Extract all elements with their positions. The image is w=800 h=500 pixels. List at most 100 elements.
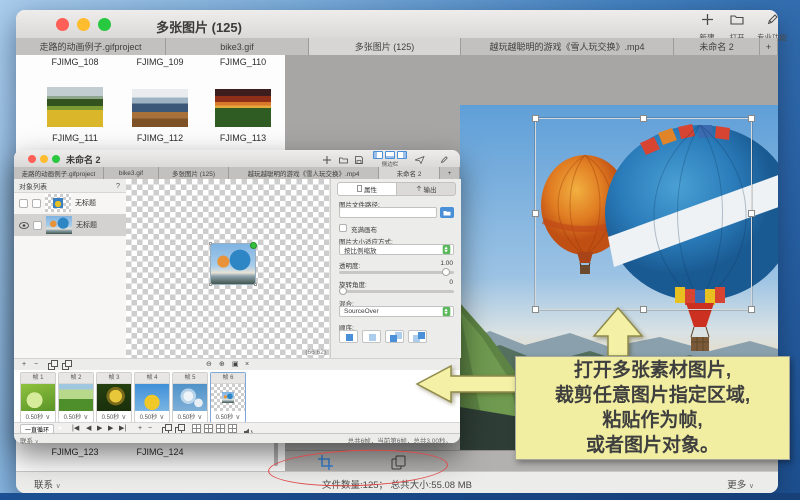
file-label[interactable]: FJIMG_110	[203, 57, 283, 67]
file-label[interactable]: FJIMG_124	[120, 447, 200, 457]
tab-multi-images[interactable]: 多张图片 (125)	[309, 38, 461, 55]
tile-layout-icon[interactable]	[216, 424, 225, 433]
frame-6-current[interactable]: 帧 6 0.50秒∨	[210, 372, 246, 423]
minimize-window-button[interactable]	[40, 155, 48, 163]
selection-handle[interactable]	[532, 306, 539, 313]
object-row[interactable]: 无标题	[14, 192, 126, 214]
more-menu[interactable]: 更多 ∨	[727, 477, 754, 491]
file-thumbnail-fjimg112[interactable]	[132, 89, 188, 127]
opacity-slider[interactable]	[339, 271, 454, 274]
tab-untitled2[interactable]: 未命名 2	[379, 167, 440, 179]
file-label[interactable]: FJIMG_112	[120, 133, 200, 143]
frame-duration[interactable]: 0.50秒∨	[59, 411, 93, 422]
fill-canvas-checkbox[interactable]	[339, 224, 347, 232]
desktop: 多张图片 (125) 新建 打开 专业功能 走路的动画例子.gifproject…	[0, 0, 800, 500]
editor-canvas[interactable]: (66 62)	[126, 179, 330, 358]
add-tab-button[interactable]: +	[440, 167, 460, 179]
tile-layout-icon[interactable]	[204, 424, 213, 433]
close-window-button[interactable]	[28, 155, 36, 163]
object-handle[interactable]	[209, 283, 212, 286]
fit-mode-select[interactable]: 按比例缩放	[339, 244, 454, 255]
file-label[interactable]: FJIMG_111	[35, 133, 115, 143]
desktop-edge	[0, 493, 800, 500]
lock-checkbox[interactable]	[33, 221, 42, 230]
frame-duration[interactable]: 0.50秒∨	[211, 411, 245, 422]
frame-4[interactable]: 帧 4 0.50秒∨	[134, 372, 170, 423]
contact-menu[interactable]: 联系 ∨	[20, 435, 38, 445]
canvas-object-balloon[interactable]	[210, 243, 256, 285]
selection-handle[interactable]	[532, 210, 539, 217]
tile-layout-icon[interactable]	[192, 424, 201, 433]
rotation-slider[interactable]	[339, 290, 454, 293]
frame-duration[interactable]: 0.50秒∨	[135, 411, 169, 422]
send-to-back-button[interactable]	[362, 330, 381, 343]
chevron-down-icon: ∨	[159, 413, 164, 421]
zoom-window-button[interactable]	[98, 18, 111, 31]
slider-knob[interactable]	[442, 268, 450, 276]
chevron-down-icon: ∨	[749, 483, 754, 490]
add-tab-button[interactable]: +	[760, 38, 778, 55]
lock-checkbox[interactable]	[32, 199, 41, 208]
bring-forward-button[interactable]	[385, 330, 404, 343]
send-backward-button[interactable]	[408, 330, 427, 343]
file-label[interactable]: FJIMG_108	[35, 57, 115, 67]
selection-handle[interactable]	[748, 210, 755, 217]
object-handle[interactable]	[209, 242, 212, 245]
frame-duration[interactable]: 0.50秒∨	[21, 411, 55, 422]
order-buttons	[339, 330, 427, 343]
file-thumbnail-fjimg113[interactable]	[215, 89, 271, 127]
left-panel-toggle-icon[interactable]	[373, 151, 383, 159]
slider-knob[interactable]	[339, 287, 347, 295]
object-row-selected[interactable]: 无标题	[14, 214, 126, 236]
selection-handle[interactable]	[640, 115, 647, 122]
file-label[interactable]: FJIMG_109	[120, 57, 200, 67]
tab-mp4[interactable]: 越玩越聪明的游戏《雪人玩交换》.mp4	[229, 167, 379, 179]
crop-selection[interactable]	[535, 118, 752, 310]
bottom-panel-toggle-icon[interactable]	[385, 151, 395, 159]
selection-handle[interactable]	[748, 306, 755, 313]
frame-5[interactable]: 帧 5 0.50秒∨	[172, 372, 208, 423]
eye-icon[interactable]	[19, 216, 29, 234]
blend-select[interactable]: SourceOver	[339, 306, 454, 317]
path-input[interactable]	[339, 207, 437, 218]
tab-gifproject[interactable]: 走路的动画例子.gifproject	[16, 38, 166, 55]
object-rotate-handle[interactable]	[250, 242, 257, 249]
tab-properties[interactable]: 属性	[337, 182, 397, 196]
frame-2[interactable]: 帧 2 0.50秒∨	[58, 372, 94, 423]
frame-3[interactable]: 帧 3 0.50秒∨	[96, 372, 132, 423]
tab-bike3[interactable]: bike3.gif	[166, 38, 309, 55]
browse-folder-button[interactable]	[440, 207, 454, 218]
opacity-label: 透明度:	[339, 260, 360, 270]
tab-gifproject[interactable]: 走路的动画例子.gifproject	[14, 167, 104, 179]
visibility-checkbox[interactable]	[19, 199, 28, 208]
canvas-size-label: (66 62)	[305, 349, 326, 356]
frame-duration[interactable]: 0.50秒∨	[97, 411, 131, 422]
tile-layout-icon[interactable]	[228, 424, 237, 433]
chevron-down-icon: ∨	[235, 413, 240, 421]
help-button[interactable]: ?	[116, 181, 120, 190]
right-panel-toggle-icon[interactable]	[397, 151, 407, 159]
tab-output[interactable]: 输出	[397, 182, 456, 196]
file-label[interactable]: FJIMG_113	[203, 133, 283, 143]
bring-to-front-button[interactable]	[339, 330, 358, 343]
note-line: 打开多张素材图片,	[516, 358, 789, 383]
file-thumbnail-fjimg111[interactable]	[47, 87, 103, 127]
file-label[interactable]: FJIMG_123	[35, 447, 115, 457]
tab-bike3[interactable]: bike3.gif	[104, 167, 159, 179]
chevron-down-icon: ∨	[197, 413, 202, 421]
frame-duration[interactable]: 0.50秒∨	[173, 411, 207, 422]
chevron-down-icon: ∨	[121, 413, 126, 421]
selection-handle[interactable]	[532, 115, 539, 122]
minimize-window-button[interactable]	[77, 18, 90, 31]
tab-untitled2[interactable]: 未命名 2	[674, 38, 760, 55]
tab-mp4[interactable]: 越玩越聪明的游戏《雪人玩交换》.mp4	[461, 38, 674, 55]
zoom-window-button[interactable]	[52, 155, 60, 163]
object-handle[interactable]	[254, 283, 257, 286]
frame-1[interactable]: 帧 1 0.50秒∨	[20, 372, 56, 423]
close-window-button[interactable]	[56, 18, 69, 31]
chevron-down-icon: ∨	[83, 413, 88, 421]
tab-multi-images[interactable]: 多张图片 (125)	[159, 167, 229, 179]
selection-handle[interactable]	[748, 115, 755, 122]
object-list-header: 对象列表 ?	[14, 179, 126, 193]
main-titlebar: 多张图片 (125) 新建 打开 专业功能	[16, 10, 778, 39]
